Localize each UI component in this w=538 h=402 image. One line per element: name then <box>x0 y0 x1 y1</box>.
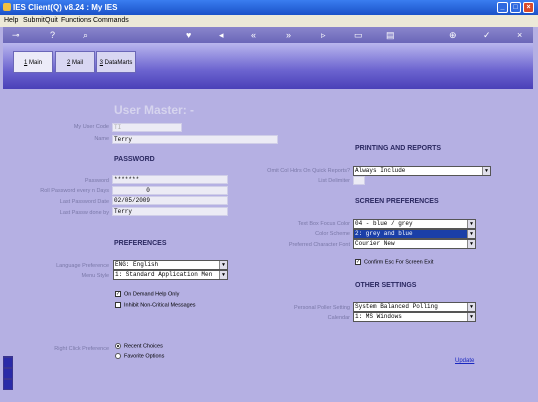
menu-style-select[interactable]: 1: Standard Application Men ▼ <box>113 270 228 280</box>
forward-icon[interactable]: » <box>286 30 291 40</box>
roll-password-label: Roll Password every n Days <box>40 188 109 194</box>
doc-icon[interactable]: ▭ <box>354 30 363 40</box>
side-toolbar <box>3 356 13 390</box>
name-field[interactable]: Terry <box>112 135 278 144</box>
omit-col-label: Omit Col Hdrs On Quick Reports? <box>267 168 350 174</box>
chevron-down-icon[interactable]: ▼ <box>219 271 227 279</box>
chevron-down-icon[interactable]: ▼ <box>467 303 475 311</box>
menu-submit[interactable]: Submit <box>23 17 45 24</box>
right-click-label: Right Click Preference <box>54 346 109 352</box>
check-icon[interactable]: ✓ <box>355 259 361 265</box>
maximize-button[interactable]: □ <box>510 2 521 13</box>
sidebar-button[interactable] <box>4 358 12 367</box>
menu-functions[interactable]: Functions <box>61 17 91 24</box>
favorite-options-radio[interactable]: Favorite Options <box>115 353 164 359</box>
chevron-down-icon[interactable]: ▼ <box>467 313 475 321</box>
list-delimiter-field[interactable] <box>353 176 365 185</box>
language-label: Language Preference <box>56 263 109 269</box>
add-icon[interactable]: ⊕ <box>449 30 457 40</box>
last-password-by-label: Last Passw done by <box>59 210 109 216</box>
last-password-date-label: Last Password Date <box>59 199 109 205</box>
menu-bar: Help Submit Quit Functions Commands <box>0 15 538 27</box>
poller-label: Personal Poller Setting <box>294 305 350 311</box>
check-icon[interactable]: ✓ <box>483 30 491 40</box>
menu-commands[interactable]: Commands <box>93 17 129 24</box>
back-icon[interactable]: ◂ <box>219 30 224 40</box>
name-label: Name <box>94 136 109 142</box>
sidebar-button[interactable] <box>4 369 12 378</box>
language-select[interactable]: ENG: English ▼ <box>113 260 228 270</box>
password-label: Password <box>84 178 109 184</box>
user-code-label: My User Code <box>73 124 109 130</box>
char-font-label: Preferred Character Font <box>288 242 350 248</box>
close-button[interactable]: × <box>523 2 534 13</box>
chevron-down-icon[interactable]: ▼ <box>467 220 475 228</box>
toolbar: ⊸ ? ⌕ ♥ ◂ « » ▹ ▭ ▤ ⊕ ✓ × <box>3 27 533 43</box>
chevron-down-icon[interactable]: ▼ <box>219 261 227 269</box>
color-scheme-select[interactable]: 2: grey and blue ▼ <box>353 229 476 239</box>
preferences-heading: PREFERENCES <box>114 240 167 247</box>
app-icon <box>3 3 11 11</box>
text-box-color-label: Text Box Focus Color <box>297 221 350 227</box>
help-icon[interactable]: ? <box>50 30 55 40</box>
user-code-field[interactable]: TI <box>112 123 182 132</box>
chevron-down-icon[interactable]: ▼ <box>467 230 475 238</box>
menu-help[interactable]: Help <box>4 17 18 24</box>
list-delimiter-label: List Delimiter <box>318 178 350 184</box>
title-bar: IES Client(Q) v8.24 : My IES _ □ × <box>0 0 538 15</box>
search-icon[interactable]: ⌕ <box>83 30 88 40</box>
check-icon[interactable]: ✓ <box>115 291 121 297</box>
last-password-by-field[interactable]: Terry <box>112 207 228 216</box>
calendar-label: Calendar <box>327 315 350 321</box>
page-title: User Master: - <box>114 103 195 117</box>
last-password-date-field[interactable]: 02/05/2009 <box>112 196 228 205</box>
tab-mail[interactable]: 2 Mail <box>55 51 95 73</box>
heart-icon[interactable]: ♥ <box>186 30 191 40</box>
screen-preferences-heading: SCREEN PREFERENCES <box>355 198 439 205</box>
window-title: IES Client(Q) v8.24 : My IES <box>13 3 118 12</box>
key-icon[interactable]: ⊸ <box>12 30 20 40</box>
inhibit-messages-checkbox[interactable]: Inhibit Non-Critical Messages <box>115 302 196 308</box>
text-box-color-select[interactable]: 04 - blue / grey ▼ <box>353 219 476 229</box>
calendar-select[interactable]: 1: MS Windows ▼ <box>353 312 476 322</box>
recent-choices-radio[interactable]: Recent Choices <box>115 343 163 349</box>
color-scheme-label: Color Scheme <box>315 231 350 237</box>
menu-style-label: Menu Style <box>81 273 109 279</box>
omit-col-select[interactable]: Always Include ▼ <box>353 166 491 176</box>
tab-main[interactable]: 1 Main <box>13 51 53 73</box>
confirm-esc-checkbox[interactable]: ✓ Confirm Esc For Screen Exit <box>355 259 433 265</box>
cancel-icon[interactable]: × <box>517 30 522 40</box>
sidebar-button[interactable] <box>4 380 12 389</box>
tab-datamarts[interactable]: 3 DataMarts <box>96 51 136 73</box>
chevron-down-icon[interactable]: ▼ <box>467 240 475 248</box>
rewind-icon[interactable]: « <box>251 30 256 40</box>
update-link[interactable]: Update <box>455 358 474 364</box>
roll-password-field[interactable]: 0 <box>112 186 228 195</box>
poller-select[interactable]: System Balanced Polling ▼ <box>353 302 476 312</box>
other-settings-heading: OTHER SETTINGS <box>355 282 417 289</box>
printing-heading: PRINTING AND REPORTS <box>355 145 442 152</box>
end-icon[interactable]: ▹ <box>321 30 326 40</box>
password-field[interactable]: ******* <box>112 175 228 184</box>
print-icon[interactable]: ▤ <box>386 30 395 40</box>
on-demand-help-checkbox[interactable]: ✓ On Demand Help Only <box>115 291 179 297</box>
char-font-select[interactable]: Courier New ▼ <box>353 239 476 249</box>
menu-quit[interactable]: Quit <box>45 17 58 24</box>
minimize-button[interactable]: _ <box>497 2 508 13</box>
password-heading: PASSWORD <box>114 156 155 163</box>
chevron-down-icon[interactable]: ▼ <box>482 167 490 175</box>
